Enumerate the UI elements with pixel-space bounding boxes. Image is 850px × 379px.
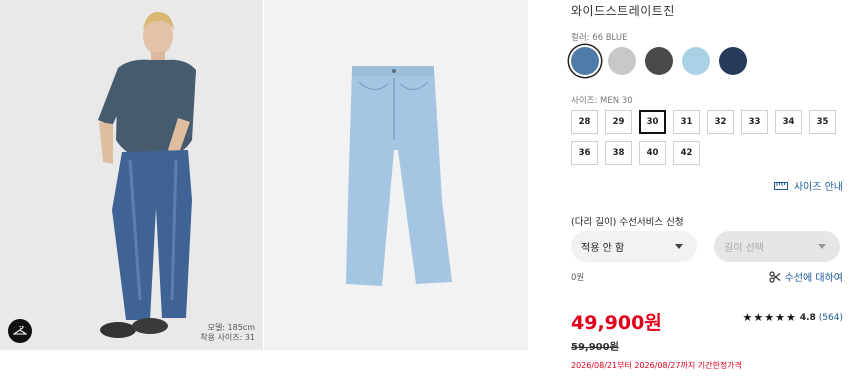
color-swatches: [571, 47, 747, 75]
size-button[interactable]: 34: [775, 110, 802, 134]
color-swatch-navy[interactable]: [719, 47, 747, 75]
color-swatch-light-blue[interactable]: [682, 47, 710, 75]
sale-period: 2026/08/21부터 2026/08/27까지 기간한정가격: [571, 361, 742, 370]
size-button[interactable]: 40: [639, 141, 666, 165]
model-info: 모델: 185cm 착용 사이즈: 31: [200, 323, 255, 343]
alteration-label: (다리 길이) 수선서비스 신청: [571, 217, 684, 228]
length-select-placeholder: 길이 선택: [724, 243, 764, 254]
alteration-select-value: 적용 안 함: [581, 243, 625, 254]
original-price: 59,900원: [571, 342, 619, 353]
alteration-info-link[interactable]: 수선에 대하여: [769, 269, 843, 284]
size-label: 사이즈: MEN 30: [571, 96, 633, 106]
size-button[interactable]: 38: [605, 141, 632, 165]
chevron-down-icon: [675, 244, 683, 249]
size-button[interactable]: 42: [673, 141, 700, 165]
rating-value: 4.8: [799, 312, 816, 323]
size-button[interactable]: 32: [707, 110, 734, 134]
product-title: 와이드스트레이트진: [571, 4, 675, 18]
size-button[interactable]: 36: [571, 141, 598, 165]
star-rating-icon: ★★★★★: [742, 311, 797, 324]
ruler-icon: [773, 181, 788, 190]
color-swatch-light-gray[interactable]: [608, 47, 636, 75]
color-swatch-dark-gray[interactable]: [645, 47, 673, 75]
sale-price: 49,900원: [571, 312, 662, 334]
size-guide-label: 사이즈 안내: [793, 182, 843, 193]
length-select[interactable]: 길이 선택: [714, 231, 840, 262]
model-illustration: [98, 12, 196, 338]
size-button[interactable]: 29: [605, 110, 632, 134]
color-label: 컬러: 66 BLUE: [571, 33, 628, 43]
chevron-down-icon: [818, 244, 826, 249]
hanger-icon[interactable]: [8, 319, 32, 343]
jeans-illustration: [346, 66, 452, 286]
size-button-selected[interactable]: 30: [639, 110, 666, 134]
product-photo[interactable]: [264, 0, 528, 350]
alteration-info-label: 수선에 대하여: [784, 273, 843, 284]
review-count-link[interactable]: (564): [819, 313, 843, 323]
size-button[interactable]: 28: [571, 110, 598, 134]
color-swatch-blue[interactable]: [571, 47, 599, 75]
scissors-icon: [769, 270, 780, 283]
size-button[interactable]: 31: [673, 110, 700, 134]
rating[interactable]: ★★★★★ 4.8 (564): [743, 311, 843, 324]
model-wear-size: 착용 사이즈: 31: [200, 333, 255, 342]
model-height: 모델: 185cm: [207, 323, 255, 332]
size-button[interactable]: 33: [741, 110, 768, 134]
alteration-select[interactable]: 적용 안 함: [571, 231, 697, 262]
size-guide-link[interactable]: 사이즈 안내: [773, 178, 843, 193]
size-button[interactable]: 35: [809, 110, 836, 134]
alteration-price: 0원: [571, 273, 585, 283]
size-options: 28 29 30 31 32 33 34 35 36 38 40 42: [571, 110, 843, 165]
model-photo[interactable]: 모델: 185cm 착용 사이즈: 31: [0, 0, 263, 350]
